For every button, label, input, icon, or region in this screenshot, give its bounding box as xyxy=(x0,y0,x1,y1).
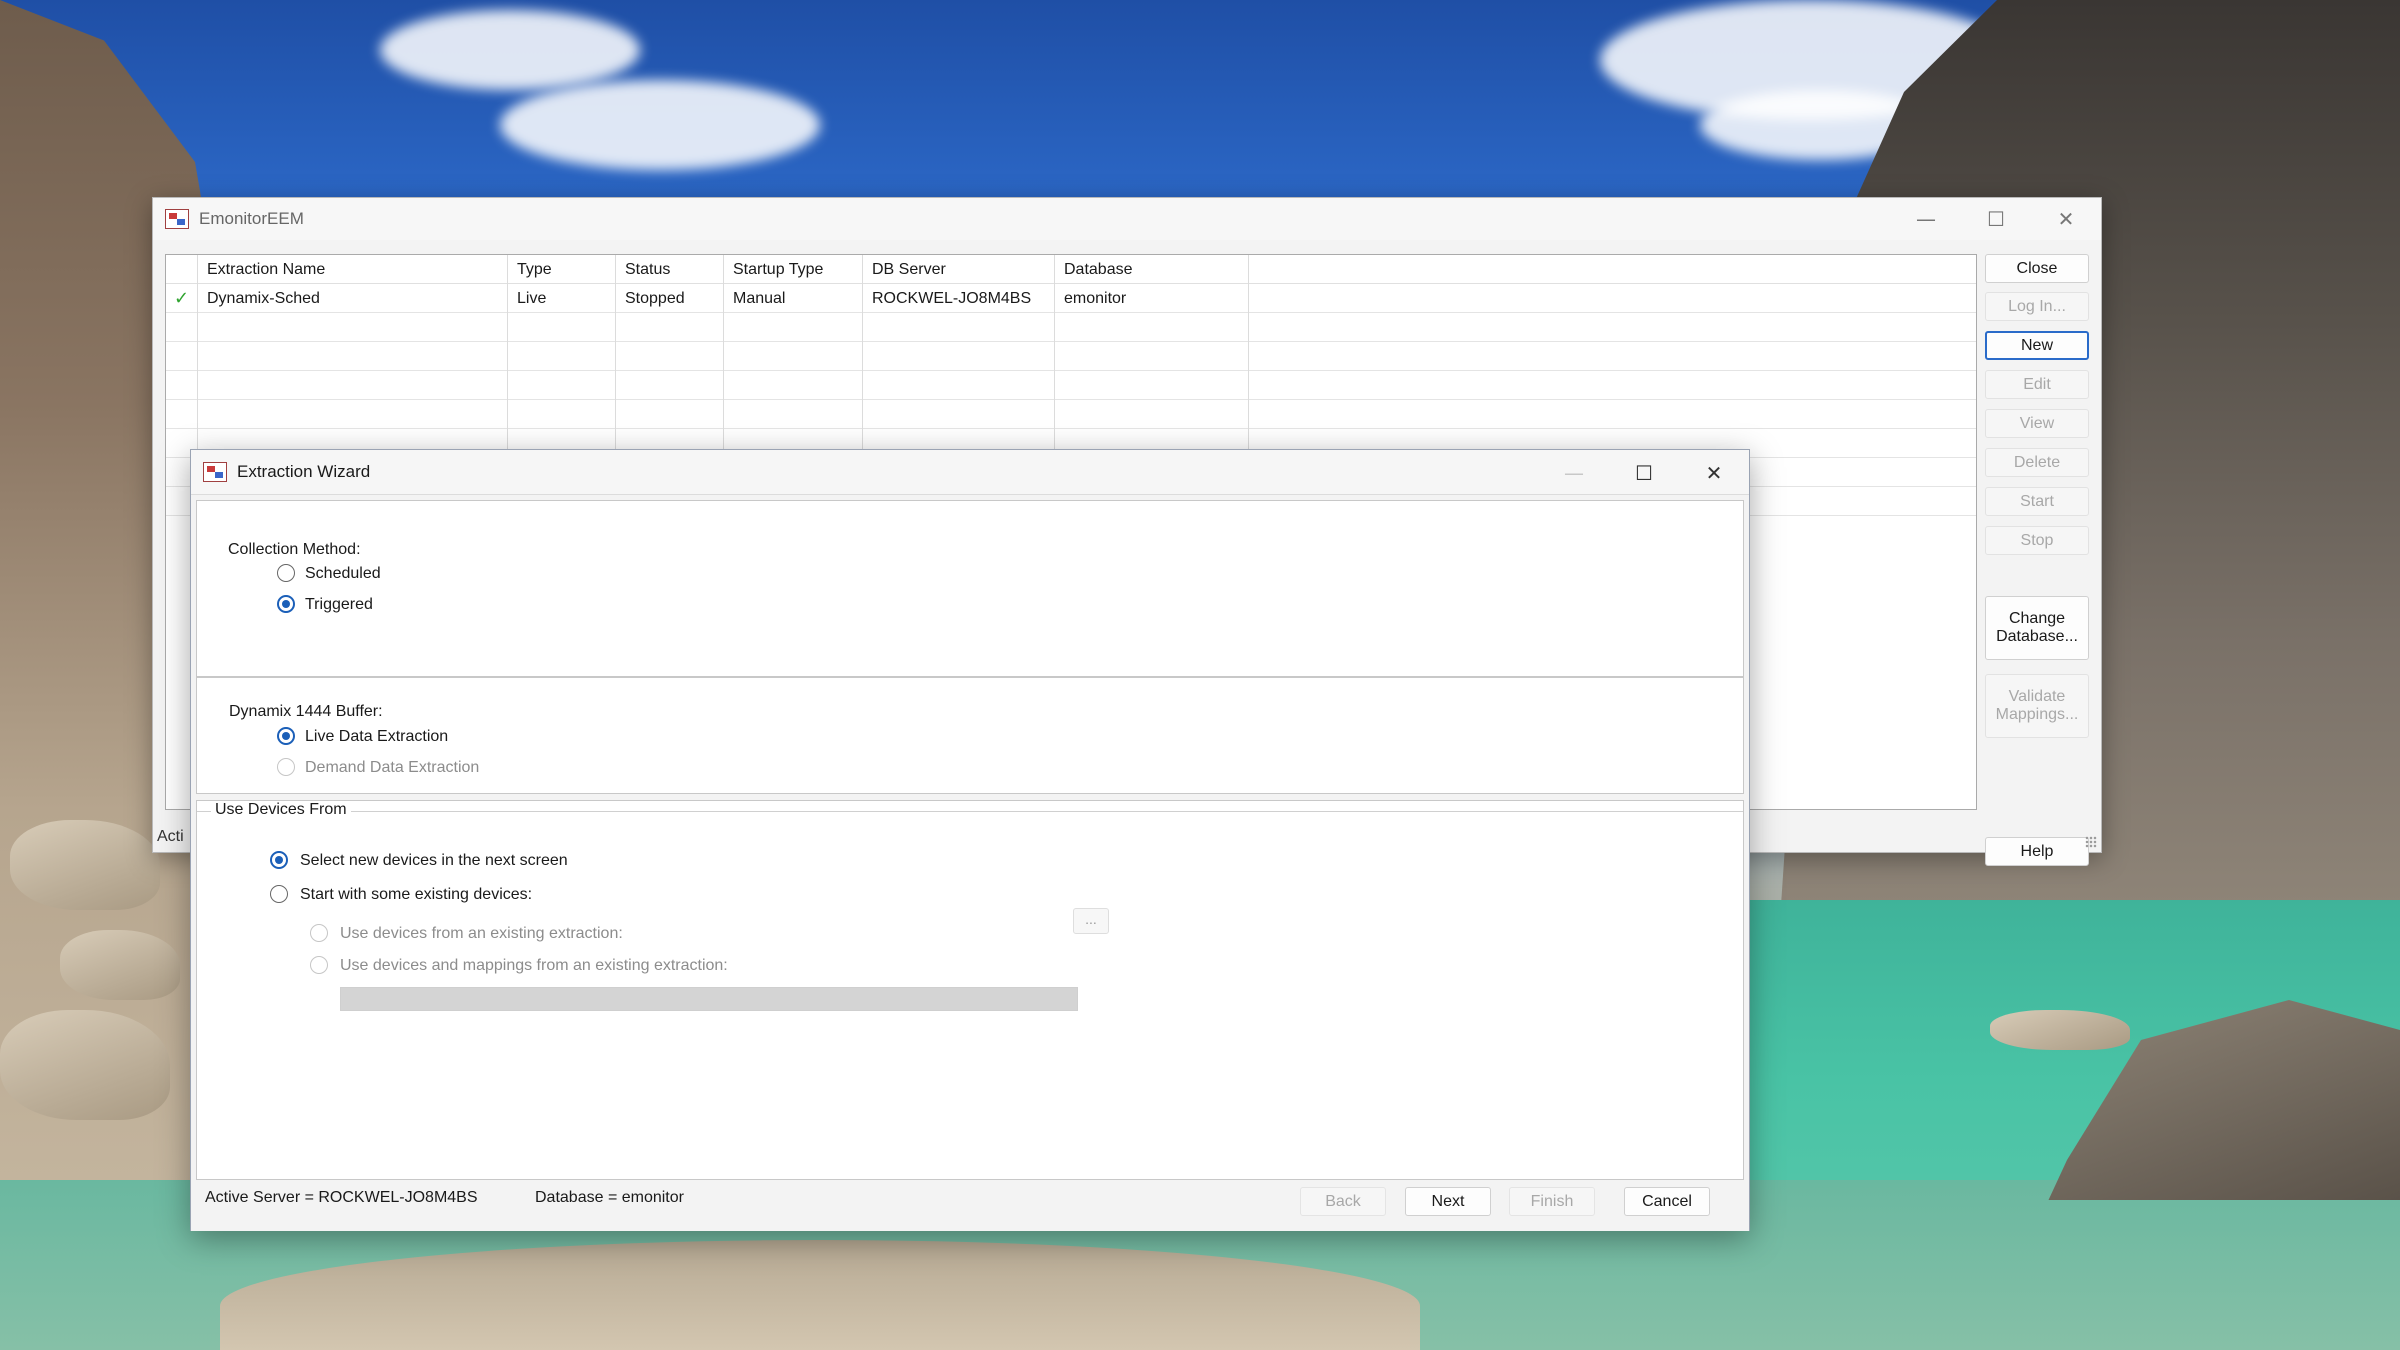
new-button[interactable]: New xyxy=(1985,331,2089,360)
radio-scheduled-label[interactable]: Scheduled xyxy=(305,565,381,583)
radio-devices-existing-extraction-label[interactable]: Use devices from an existing extraction: xyxy=(340,925,623,943)
radio-scheduled[interactable] xyxy=(277,564,295,582)
buffer-label: Dynamix 1444 Buffer: xyxy=(229,703,383,720)
rock xyxy=(60,930,180,1000)
extraction-wizard-dialog: Extraction Wizard — ☐ ✕ Collection Metho… xyxy=(190,449,1750,1231)
empty-row xyxy=(166,371,1976,400)
radio-live-data-extraction[interactable] xyxy=(277,727,295,745)
buffer-panel: Dynamix 1444 Buffer: Live Data Extractio… xyxy=(196,677,1744,794)
rock xyxy=(1990,1010,2130,1050)
finish-button[interactable]: Finish xyxy=(1509,1187,1595,1216)
wizard-minimize-button[interactable]: — xyxy=(1539,450,1609,495)
wizard-maximize-button[interactable]: ☐ xyxy=(1609,450,1679,495)
collection-method-panel: Collection Method: Scheduled Triggered xyxy=(196,500,1744,677)
minimize-button[interactable]: — xyxy=(1891,198,1961,240)
column-header-db-server[interactable]: DB Server xyxy=(863,255,1055,284)
validate-mappings-label-line1: Validate xyxy=(2008,688,2066,705)
radio-select-new-devices[interactable] xyxy=(270,851,288,869)
row-filler xyxy=(1249,284,1976,313)
next-button[interactable]: Next xyxy=(1405,1187,1491,1216)
check-icon: ✓ xyxy=(166,284,198,313)
rock xyxy=(0,1010,170,1120)
back-button[interactable]: Back xyxy=(1300,1187,1386,1216)
edit-button[interactable]: Edit xyxy=(1985,370,2089,399)
stop-button[interactable]: Stop xyxy=(1985,526,2089,555)
database-text: Database = emonitor xyxy=(535,1189,684,1206)
column-header-status[interactable]: Status xyxy=(616,255,724,284)
radio-demand-data-extraction-label[interactable]: Demand Data Extraction xyxy=(305,759,479,777)
use-devices-group-label: Use Devices From xyxy=(211,801,351,819)
radio-demand-data-extraction[interactable] xyxy=(277,758,295,776)
groupbox-divider xyxy=(197,811,1743,812)
resize-grip-icon[interactable] xyxy=(2085,836,2097,848)
cell-database: emonitor xyxy=(1055,284,1249,313)
header-cell-check xyxy=(166,255,198,284)
main-status-text: Acti xyxy=(157,828,184,845)
cell-startup-type: Manual xyxy=(724,284,863,313)
column-header-extraction-name[interactable]: Extraction Name xyxy=(198,255,508,284)
radio-devices-mappings-existing-extraction-label[interactable]: Use devices and mappings from an existin… xyxy=(340,957,728,975)
cell-type: Live xyxy=(508,284,616,313)
table-row[interactable]: ✓ Dynamix-Sched Live Stopped Manual ROCK… xyxy=(166,284,1976,313)
validate-mappings-label-line2: Mappings... xyxy=(1995,706,2079,723)
radio-devices-mappings-existing-extraction[interactable] xyxy=(310,956,328,974)
use-devices-panel: Use Devices From Select new devices in t… xyxy=(196,800,1744,1180)
radio-triggered[interactable] xyxy=(277,595,295,613)
cell-extraction-name: Dynamix-Sched xyxy=(198,284,508,313)
cell-db-server: ROCKWEL-JO8M4BS xyxy=(863,284,1055,313)
empty-row xyxy=(166,400,1976,429)
delete-button[interactable]: Delete xyxy=(1985,448,2089,477)
radio-select-new-devices-label[interactable]: Select new devices in the next screen xyxy=(300,852,568,870)
main-titlebar[interactable]: EmonitorEEM — ☐ ✕ xyxy=(153,198,2101,240)
validate-mappings-button[interactable]: Validate Mappings... xyxy=(1985,674,2089,738)
change-database-label-line1: Change xyxy=(2008,610,2066,627)
radio-start-existing-devices[interactable] xyxy=(270,885,288,903)
active-server-text: Active Server = ROCKWEL-JO8M4BS xyxy=(205,1189,478,1206)
maximize-button[interactable]: ☐ xyxy=(1961,198,2031,240)
column-header-type[interactable]: Type xyxy=(508,255,616,284)
grid-header: Extraction Name Type Status Startup Type… xyxy=(166,255,1976,284)
change-database-button[interactable]: Change Database... xyxy=(1985,596,2089,660)
close-button[interactable]: Close xyxy=(1985,254,2089,283)
browse-button[interactable]: ... xyxy=(1073,908,1109,934)
header-filler xyxy=(1249,255,1976,284)
wizard-title: Extraction Wizard xyxy=(237,462,371,481)
column-header-database[interactable]: Database xyxy=(1055,255,1249,284)
wizard-app-icon xyxy=(203,462,227,482)
wizard-close-button[interactable]: ✕ xyxy=(1679,450,1749,495)
help-button[interactable]: Help xyxy=(1985,837,2089,866)
view-button[interactable]: View xyxy=(1985,409,2089,438)
login-button[interactable]: Log In... xyxy=(1985,292,2089,321)
radio-start-existing-devices-label[interactable]: Start with some existing devices: xyxy=(300,886,532,904)
wizard-titlebar[interactable]: Extraction Wizard — ☐ ✕ xyxy=(191,450,1749,495)
change-database-label-line2: Database... xyxy=(1996,628,2078,645)
column-header-startup-type[interactable]: Startup Type xyxy=(724,255,863,284)
empty-row xyxy=(166,313,1976,342)
wizard-status-bar: Active Server = ROCKWEL-JO8M4BS Database… xyxy=(191,1185,1749,1231)
window-controls: — ☐ ✕ xyxy=(1891,198,2101,240)
radio-triggered-label[interactable]: Triggered xyxy=(305,596,373,614)
cell-status: Stopped xyxy=(616,284,724,313)
start-button[interactable]: Start xyxy=(1985,487,2089,516)
wizard-window-controls: — ☐ ✕ xyxy=(1539,450,1749,495)
empty-row xyxy=(166,342,1976,371)
cancel-button[interactable]: Cancel xyxy=(1624,1187,1710,1216)
window-title: EmonitorEEM xyxy=(199,209,304,228)
check-mark: ✓ xyxy=(173,288,190,308)
existing-extraction-field[interactable] xyxy=(340,987,1078,1011)
radio-live-data-extraction-label[interactable]: Live Data Extraction xyxy=(305,728,448,746)
app-icon xyxy=(165,209,189,229)
cloud xyxy=(500,80,820,170)
radio-devices-existing-extraction[interactable] xyxy=(310,924,328,942)
collection-method-label: Collection Method: xyxy=(228,541,361,558)
rock xyxy=(10,820,160,910)
close-window-button[interactable]: ✕ xyxy=(2031,198,2101,240)
cloud xyxy=(380,10,640,90)
